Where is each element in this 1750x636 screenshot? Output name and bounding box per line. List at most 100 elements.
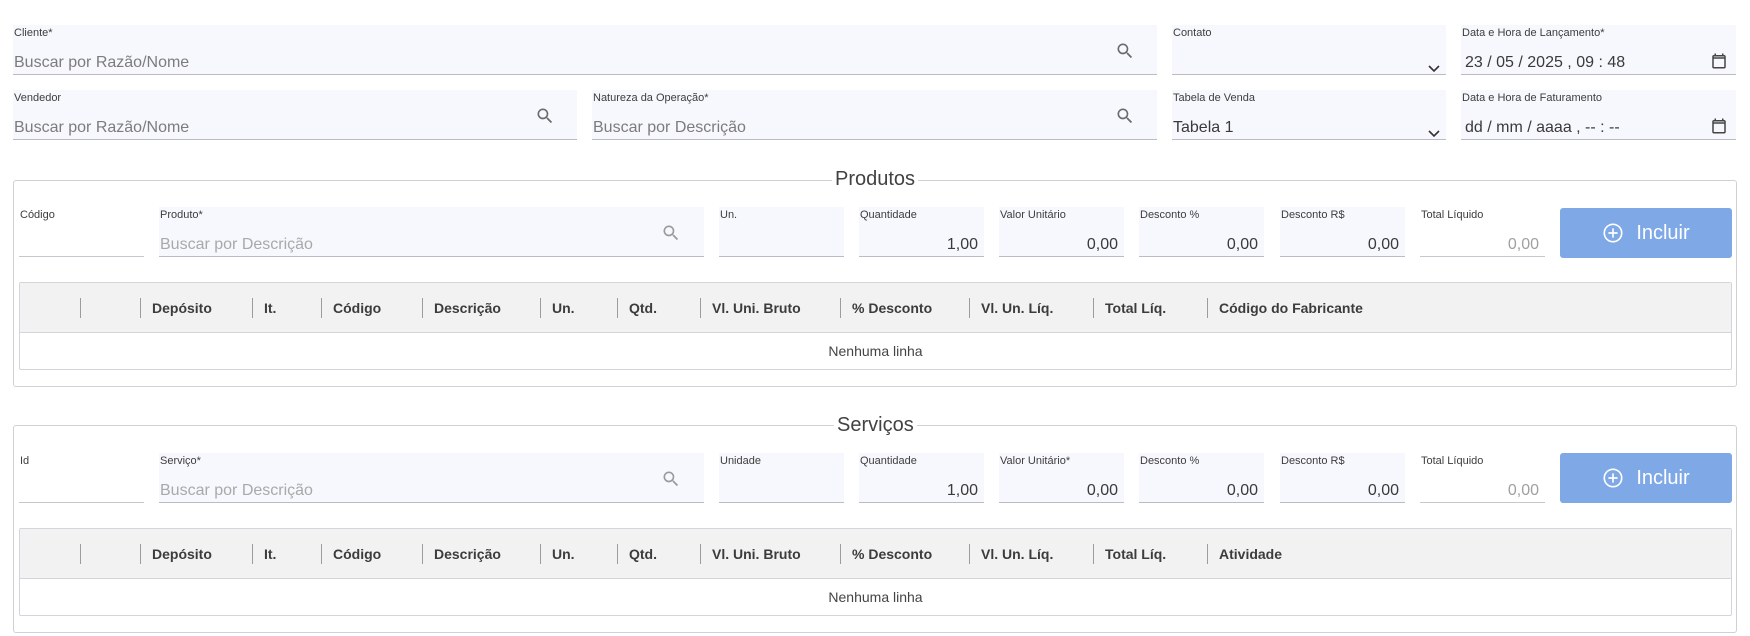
column-separator[interactable] (840, 544, 841, 564)
col-descricao[interactable]: Descrição (434, 529, 501, 579)
column-separator[interactable] (1093, 544, 1094, 564)
servico-field[interactable]: Serviço* Buscar por Descrição (159, 453, 704, 503)
natureza-field[interactable]: Natureza da Operação* Buscar por Descriç… (592, 90, 1157, 140)
servico-desc-pct-value[interactable]: 0,00 (1227, 482, 1258, 500)
col-descricao[interactable]: Descrição (434, 283, 501, 333)
search-icon[interactable] (535, 106, 555, 126)
calendar-icon[interactable] (1710, 117, 1728, 135)
produto-valor-value[interactable]: 0,00 (1087, 236, 1118, 254)
col-codigo-fabricante[interactable]: Código do Fabricante (1219, 283, 1363, 333)
vendedor-input[interactable]: Buscar por Razão/Nome (14, 119, 189, 137)
vendedor-label: Vendedor (14, 92, 62, 104)
col-item[interactable]: It. (264, 283, 276, 333)
produto-incluir-button[interactable]: Incluir (1560, 208, 1732, 258)
cliente-input[interactable]: Buscar por Razão/Nome (14, 54, 189, 72)
produto-codigo-field[interactable]: Código (19, 207, 144, 257)
column-separator[interactable] (1207, 544, 1208, 564)
column-separator[interactable] (1207, 298, 1208, 318)
cliente-field[interactable]: Cliente* Buscar por Razão/Nome (13, 25, 1157, 75)
servico-input[interactable]: Buscar por Descrição (160, 482, 313, 500)
column-separator[interactable] (540, 544, 541, 564)
produto-valor-label: Valor Unitário (1000, 209, 1066, 221)
servico-id-field[interactable]: Id (19, 453, 144, 503)
servico-desc-pct-field[interactable]: Desconto % 0,00 (1139, 453, 1264, 503)
natureza-input[interactable]: Buscar por Descrição (593, 119, 746, 137)
produto-label: Produto* (160, 209, 203, 221)
column-separator[interactable] (840, 298, 841, 318)
servico-total-field: Total Líquido 0,00 (1420, 453, 1545, 503)
search-icon[interactable] (661, 223, 681, 243)
servico-quantidade-value[interactable]: 1,00 (947, 482, 978, 500)
produto-un-field[interactable]: Un. (719, 207, 844, 257)
contato-select[interactable]: Contato (1172, 25, 1446, 75)
column-separator[interactable] (140, 544, 141, 564)
column-separator[interactable] (321, 544, 322, 564)
produtos-grid-header: Depósito It. Código Descrição Un. Qtd. V… (20, 283, 1731, 333)
produto-desc-pct-field[interactable]: Desconto % 0,00 (1139, 207, 1264, 257)
col-codigo[interactable]: Código (333, 283, 381, 333)
produto-input[interactable]: Buscar por Descrição (160, 236, 313, 254)
column-separator[interactable] (540, 298, 541, 318)
search-icon[interactable] (1115, 41, 1135, 61)
column-separator[interactable] (700, 298, 701, 318)
produto-desc-pct-value[interactable]: 0,00 (1227, 236, 1258, 254)
servico-desc-rs-value[interactable]: 0,00 (1368, 482, 1399, 500)
servicos-title: Serviços (834, 414, 917, 437)
servico-valor-field[interactable]: Valor Unitário* 0,00 (999, 453, 1124, 503)
produto-valor-field[interactable]: Valor Unitário 0,00 (999, 207, 1124, 257)
col-codigo[interactable]: Código (333, 529, 381, 579)
column-separator[interactable] (252, 298, 253, 318)
faturamento-datetime[interactable]: Data e Hora de Faturamento dd / mm / aaa… (1461, 90, 1736, 140)
search-icon[interactable] (661, 469, 681, 489)
col-qtd[interactable]: Qtd. (629, 283, 657, 333)
column-separator[interactable] (422, 298, 423, 318)
produto-quantidade-value[interactable]: 1,00 (947, 236, 978, 254)
tabela-venda-select[interactable]: Tabela de Venda Tabela 1 (1172, 90, 1446, 140)
col-vl-uni-bruto[interactable]: Vl. Uni. Bruto (712, 283, 801, 333)
column-separator[interactable] (969, 298, 970, 318)
column-separator[interactable] (140, 298, 141, 318)
column-separator[interactable] (969, 544, 970, 564)
col-item[interactable]: It. (264, 529, 276, 579)
col-qtd[interactable]: Qtd. (629, 529, 657, 579)
column-separator[interactable] (617, 298, 618, 318)
produto-desc-rs-value[interactable]: 0,00 (1368, 236, 1399, 254)
col-vl-un-liq[interactable]: Vl. Un. Líq. (981, 283, 1053, 333)
col-un[interactable]: Un. (552, 529, 575, 579)
lancamento-value[interactable]: 23 / 05 / 2025 , 09 : 48 (1465, 54, 1625, 72)
produtos-empty-message: Nenhuma linha (828, 343, 923, 359)
column-separator[interactable] (617, 544, 618, 564)
servico-quantidade-field[interactable]: Quantidade 1,00 (859, 453, 984, 503)
vendedor-field[interactable]: Vendedor Buscar por Razão/Nome (13, 90, 577, 140)
col-un[interactable]: Un. (552, 283, 575, 333)
col-deposito[interactable]: Depósito (152, 283, 212, 333)
column-separator[interactable] (321, 298, 322, 318)
col-vl-uni-bruto[interactable]: Vl. Uni. Bruto (712, 529, 801, 579)
servico-desc-rs-field[interactable]: Desconto R$ 0,00 (1280, 453, 1405, 503)
column-separator[interactable] (80, 298, 81, 318)
produto-field[interactable]: Produto* Buscar por Descrição (159, 207, 704, 257)
calendar-icon[interactable] (1710, 52, 1728, 70)
produto-desc-rs-field[interactable]: Desconto R$ 0,00 (1280, 207, 1405, 257)
col-vl-un-liq[interactable]: Vl. Un. Líq. (981, 529, 1053, 579)
col-total-liq[interactable]: Total Líq. (1105, 283, 1166, 333)
col-desconto[interactable]: % Desconto (852, 529, 932, 579)
col-total-liq[interactable]: Total Líq. (1105, 529, 1166, 579)
col-atividade[interactable]: Atividade (1219, 529, 1282, 579)
servico-unidade-field[interactable]: Unidade (719, 453, 844, 503)
col-desconto[interactable]: % Desconto (852, 283, 932, 333)
servico-incluir-button[interactable]: Incluir (1560, 453, 1732, 503)
produto-quantidade-field[interactable]: Quantidade 1,00 (859, 207, 984, 257)
column-separator[interactable] (80, 544, 81, 564)
search-icon[interactable] (1115, 106, 1135, 126)
column-separator[interactable] (422, 544, 423, 564)
contato-label: Contato (1173, 27, 1212, 39)
column-separator[interactable] (700, 544, 701, 564)
faturamento-value[interactable]: dd / mm / aaaa , -- : -- (1465, 119, 1620, 137)
column-separator[interactable] (252, 544, 253, 564)
servico-desc-rs-label: Desconto R$ (1281, 455, 1345, 467)
servico-valor-value[interactable]: 0,00 (1087, 482, 1118, 500)
lancamento-datetime[interactable]: Data e Hora de Lançamento* 23 / 05 / 202… (1461, 25, 1736, 75)
column-separator[interactable] (1093, 298, 1094, 318)
col-deposito[interactable]: Depósito (152, 529, 212, 579)
